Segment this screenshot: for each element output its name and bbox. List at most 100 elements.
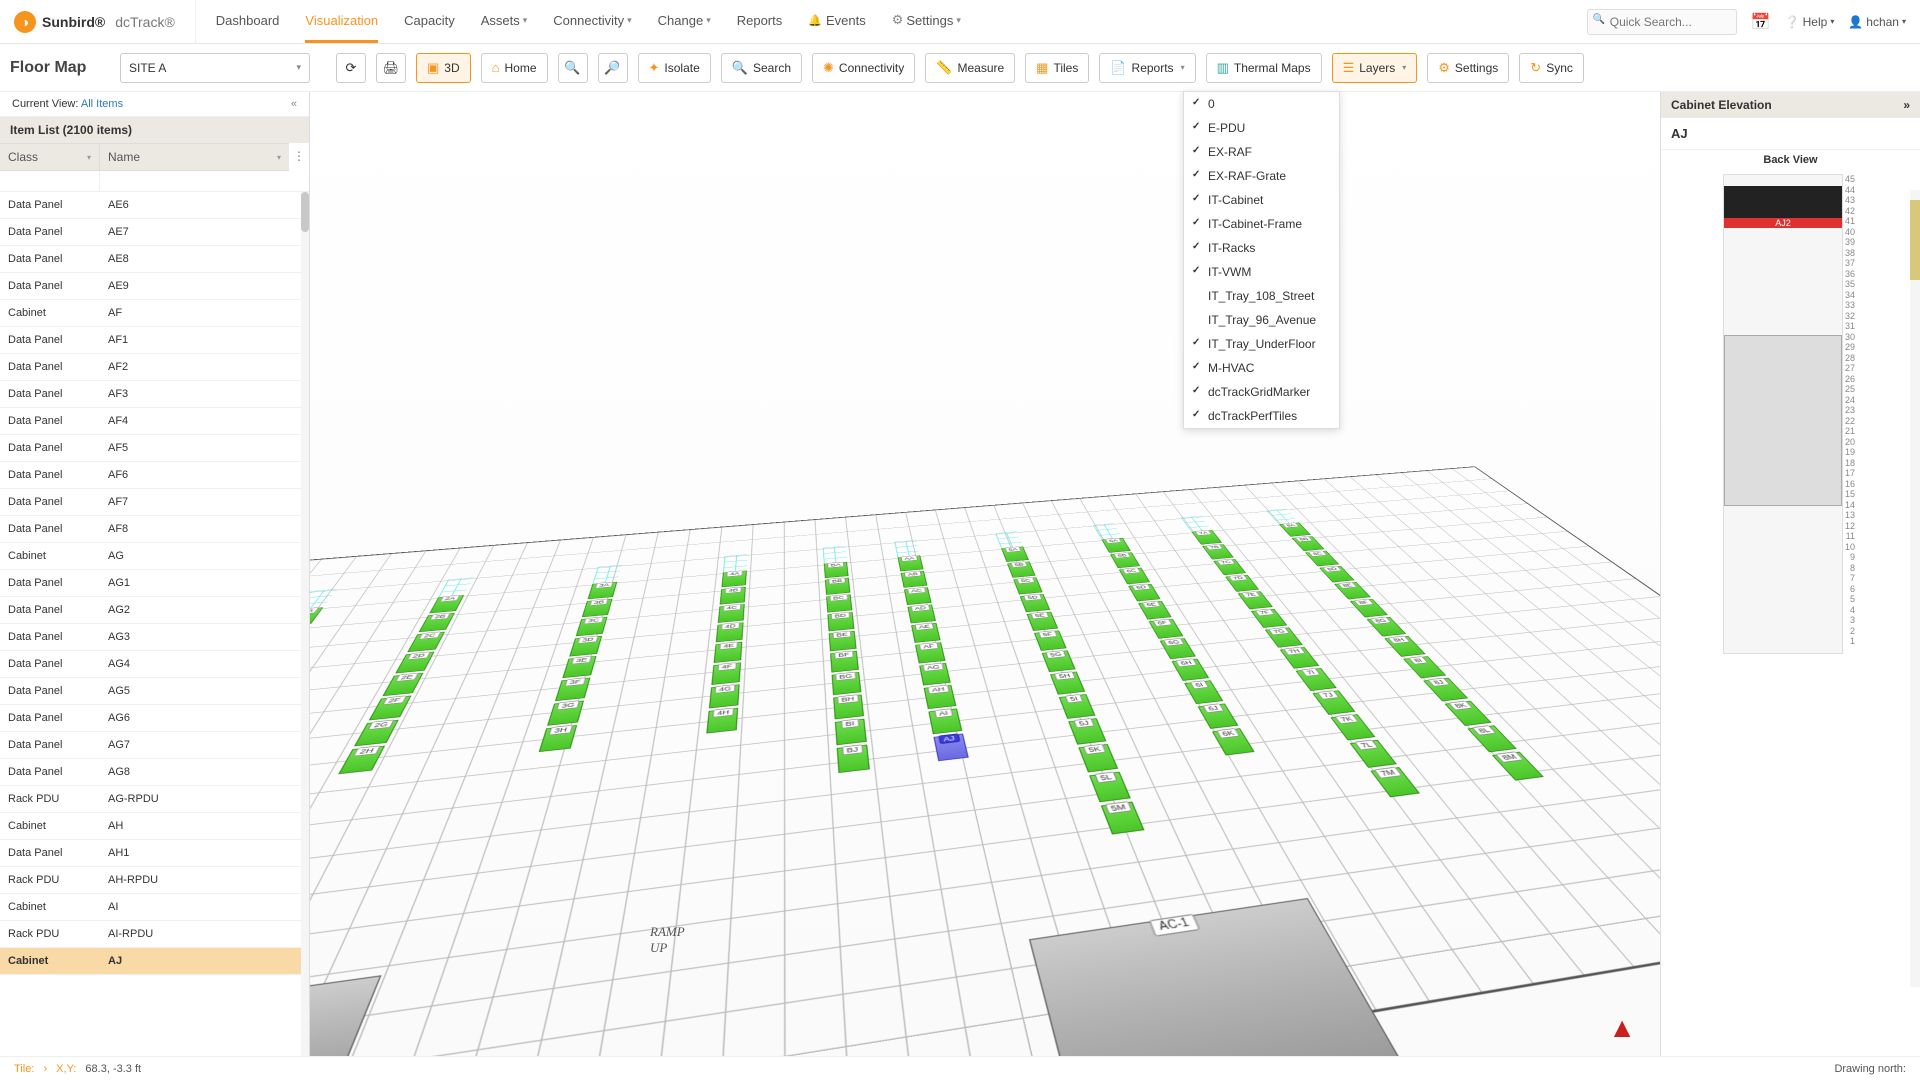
list-item[interactable]: Data PanelAE6	[0, 192, 309, 219]
column-menu-icon[interactable]: ⋮	[289, 143, 309, 171]
col-header-name[interactable]: Name	[100, 144, 289, 170]
layer-item[interactable]: IT-Cabinet	[1184, 188, 1339, 212]
rack[interactable]	[826, 594, 852, 612]
rack[interactable]	[833, 694, 864, 719]
list-item[interactable]: Data PanelAF3	[0, 381, 309, 408]
rack[interactable]	[907, 604, 935, 623]
nav-tab-change[interactable]: Change	[658, 0, 711, 43]
list-item[interactable]: Rack PDUAH-RPDU	[0, 867, 309, 894]
nav-tab-assets[interactable]: Assets	[481, 0, 528, 43]
layer-item[interactable]: IT_Tray_108_Street	[1184, 284, 1339, 308]
filter-class-input[interactable]	[0, 171, 100, 191]
list-item[interactable]: Data PanelAF6	[0, 462, 309, 489]
isolate-button[interactable]: ✦Isolate	[638, 53, 711, 83]
elevation-slot[interactable]	[1724, 186, 1842, 197]
nav-tab-settings[interactable]: Settings	[892, 0, 961, 43]
rack[interactable]	[709, 684, 740, 708]
elevation-device[interactable]	[1724, 335, 1842, 506]
list-item[interactable]: Data PanelAG2	[0, 597, 309, 624]
layer-item[interactable]: M-HVAC	[1184, 356, 1339, 380]
item-list[interactable]: Data PanelAE6Data PanelAE7Data PanelAE8D…	[0, 192, 309, 1056]
list-item[interactable]: Data PanelAF8	[0, 516, 309, 543]
list-item[interactable]: Data PanelAE7	[0, 219, 309, 246]
list-item[interactable]: CabinetAJ	[0, 948, 309, 975]
elevation-slot[interactable]	[1724, 196, 1842, 207]
quick-search[interactable]	[1587, 9, 1737, 35]
list-item[interactable]: Data PanelAF4	[0, 408, 309, 435]
print-button[interactable]: 🖨	[376, 53, 406, 83]
refresh-button[interactable]: ⟳	[336, 53, 366, 83]
rack[interactable]	[582, 598, 613, 616]
layer-item[interactable]: IT_Tray_96_Avenue	[1184, 308, 1339, 332]
rack[interactable]	[901, 571, 928, 588]
3d-button[interactable]: ▣3D	[416, 53, 471, 83]
nav-tab-reports[interactable]: Reports	[737, 0, 783, 43]
calendar-icon[interactable]: 📅	[1751, 12, 1771, 32]
elevation-slot[interactable]: AJ2	[1724, 218, 1842, 229]
rack[interactable]	[832, 672, 862, 695]
layer-item[interactable]: EX-RAF-Grate	[1184, 164, 1339, 188]
layer-item[interactable]: dcTrackPerfTiles	[1184, 404, 1339, 428]
nav-tab-visualization[interactable]: Visualization	[305, 0, 378, 43]
list-item[interactable]: Rack PDUAG-RPDU	[0, 786, 309, 813]
list-item[interactable]: Data PanelAH1	[0, 840, 309, 867]
collapse-left-icon[interactable]: «	[291, 98, 297, 110]
list-item[interactable]: Data PanelAG6	[0, 705, 309, 732]
connectivity-button[interactable]: ✺Connectivity	[812, 53, 915, 83]
floor-canvas[interactable]: RAMPUP ▲	[310, 92, 1660, 1056]
rack[interactable]	[720, 587, 746, 605]
thermal-button[interactable]: ▥Thermal Maps	[1206, 53, 1322, 83]
rack[interactable]	[829, 631, 857, 651]
elevation-view[interactable]: AJ2 454443424140393837363534333231302928…	[1661, 170, 1920, 1056]
nav-tab-dashboard[interactable]: Dashboard	[216, 0, 280, 43]
help-button[interactable]: ❔ Help ▾	[1785, 15, 1835, 29]
list-item[interactable]: Data PanelAG8	[0, 759, 309, 786]
rack[interactable]	[718, 604, 745, 623]
list-item[interactable]: Data PanelAF2	[0, 354, 309, 381]
zoom-in-button[interactable]: 🔍	[558, 53, 588, 83]
current-view-value[interactable]: All Items	[81, 98, 123, 110]
rack[interactable]	[898, 555, 924, 571]
nav-tab-events[interactable]: Events	[808, 0, 865, 43]
layer-item[interactable]: E-PDU	[1184, 116, 1339, 140]
scrollbar[interactable]	[1910, 190, 1920, 987]
layer-item[interactable]: EX-RAF	[1184, 140, 1339, 164]
scrollbar[interactable]	[301, 192, 309, 1056]
rack[interactable]	[911, 623, 940, 643]
list-item[interactable]: Rack PDUAI-RPDU	[0, 921, 309, 948]
elevation-slot[interactable]	[1724, 207, 1842, 218]
rack[interactable]	[824, 562, 849, 578]
rack[interactable]	[915, 642, 945, 663]
tiles-button[interactable]: ▦Tiles	[1025, 53, 1089, 83]
layer-item[interactable]: IT_Tray_UnderFloor	[1184, 332, 1339, 356]
rack[interactable]	[569, 635, 602, 656]
nav-tab-connectivity[interactable]: Connectivity	[553, 0, 631, 43]
rack[interactable]	[928, 708, 962, 734]
list-item[interactable]: Data PanelAE9	[0, 273, 309, 300]
rack[interactable]	[716, 622, 744, 642]
list-item[interactable]: CabinetAG	[0, 543, 309, 570]
quick-search-input[interactable]	[1587, 9, 1737, 35]
list-item[interactable]: Data PanelAG7	[0, 732, 309, 759]
zoom-out-button[interactable]: 🔎	[598, 53, 628, 83]
search-button[interactable]: 🔍Search	[721, 53, 802, 83]
list-item[interactable]: CabinetAF	[0, 300, 309, 327]
expand-right-icon[interactable]: »	[1903, 98, 1910, 112]
rack[interactable]	[830, 650, 859, 672]
layer-item[interactable]: dcTrackGridMarker	[1184, 380, 1339, 404]
rack[interactable]	[714, 641, 743, 662]
col-header-class[interactable]: Class	[0, 144, 100, 170]
nav-tab-capacity[interactable]: Capacity	[404, 0, 455, 43]
layers-button[interactable]: ☰Layers	[1332, 53, 1418, 83]
list-item[interactable]: Data PanelAE8	[0, 246, 309, 273]
rack[interactable]	[825, 577, 850, 594]
rack[interactable]	[576, 616, 608, 636]
rack[interactable]	[837, 744, 870, 772]
list-item[interactable]: Data PanelAG3	[0, 624, 309, 651]
user-menu[interactable]: 👤 hchan ▾	[1848, 15, 1906, 29]
list-item[interactable]: CabinetAI	[0, 894, 309, 921]
list-item[interactable]: Data PanelAG5	[0, 678, 309, 705]
rack[interactable]	[827, 612, 854, 631]
rack[interactable]	[904, 587, 932, 605]
home-button[interactable]: ⌂Home	[481, 53, 548, 83]
